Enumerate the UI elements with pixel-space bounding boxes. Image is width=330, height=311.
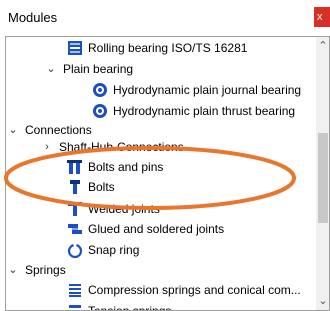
close-button[interactable]: x xyxy=(314,7,330,27)
tree-item-hydro-thrust[interactable]: Hydrodynamic plain thrust bearing xyxy=(6,101,311,121)
tree-item-glued[interactable]: Glued and soldered joints xyxy=(6,219,311,239)
vertical-scrollbar[interactable]: ⌃ ⌄ xyxy=(316,37,329,310)
tree-item-tension[interactable]: Tension springs xyxy=(6,301,311,311)
tree-item-label: Glued and soldered joints xyxy=(88,222,225,236)
header-title: Modules xyxy=(8,10,58,25)
tree-item-label: Snap ring xyxy=(88,243,140,257)
tree-item-plain-bearing[interactable]: ⌄ Plain bearing xyxy=(6,59,311,79)
tree-item-bolts[interactable]: Bolts xyxy=(6,177,311,197)
compression-spring-icon xyxy=(69,284,81,297)
chevron-down-icon[interactable]: ⌄ xyxy=(6,260,20,280)
tree-item-springs[interactable]: ⌄ Springs xyxy=(6,260,311,280)
tree-item-label: Plain bearing xyxy=(63,62,134,76)
rolling-bearing-icon xyxy=(68,41,82,55)
tree-item-label: Rolling bearing ISO/TS 16281 xyxy=(88,41,248,55)
tree-item-label: Welded joints xyxy=(88,202,160,216)
modules-header: Modules x xyxy=(0,0,330,34)
gear-icon xyxy=(93,104,107,118)
scrollbar-thumb[interactable] xyxy=(318,133,328,223)
tree-item-rolling-bearing[interactable]: Rolling bearing ISO/TS 16281 xyxy=(6,38,311,58)
tree-item-label: Hydrodynamic plain thrust bearing xyxy=(113,104,296,118)
scroll-down-icon[interactable]: ⌄ xyxy=(316,294,329,308)
tree-item-shaft-hub[interactable]: › Shaft-Hub-Connections xyxy=(6,137,311,157)
tree-item-label: Springs xyxy=(25,263,66,277)
tree-item-compression[interactable]: Compression springs and conical com... xyxy=(6,280,311,300)
gear-icon xyxy=(93,83,107,97)
snap-ring-icon xyxy=(67,243,83,258)
tree-item-hydro-journal[interactable]: Hydrodynamic plain journal bearing xyxy=(6,80,311,100)
tree-item-label: Bolts xyxy=(88,180,115,194)
tree-item-snap-ring[interactable]: Snap ring xyxy=(6,240,311,260)
glued-joint-icon xyxy=(68,224,82,234)
tree-item-label: Shaft-Hub-Connections xyxy=(59,140,184,154)
welded-joint-icon xyxy=(68,202,82,216)
bolts-pins-icon xyxy=(67,160,82,174)
bolt-icon xyxy=(70,180,80,194)
scroll-up-icon[interactable]: ⌃ xyxy=(316,39,329,53)
tree-item-label: Bolts and pins xyxy=(88,160,164,174)
tree-item-bolts-pins[interactable]: Bolts and pins xyxy=(6,157,311,177)
tree-item-label: Tension springs xyxy=(88,304,172,311)
modules-tree: Rolling bearing ISO/TS 16281 ⌄ Plain bea… xyxy=(5,36,330,311)
tree-item-label: Hydrodynamic plain journal bearing xyxy=(113,83,302,97)
chevron-down-icon[interactable]: ⌄ xyxy=(44,59,58,79)
chevron-right-icon[interactable]: › xyxy=(40,137,54,157)
tree-item-label: Compression springs and conical com... xyxy=(88,283,301,297)
tree-item-welded[interactable]: Welded joints xyxy=(6,199,311,219)
tension-spring-icon xyxy=(69,305,81,308)
